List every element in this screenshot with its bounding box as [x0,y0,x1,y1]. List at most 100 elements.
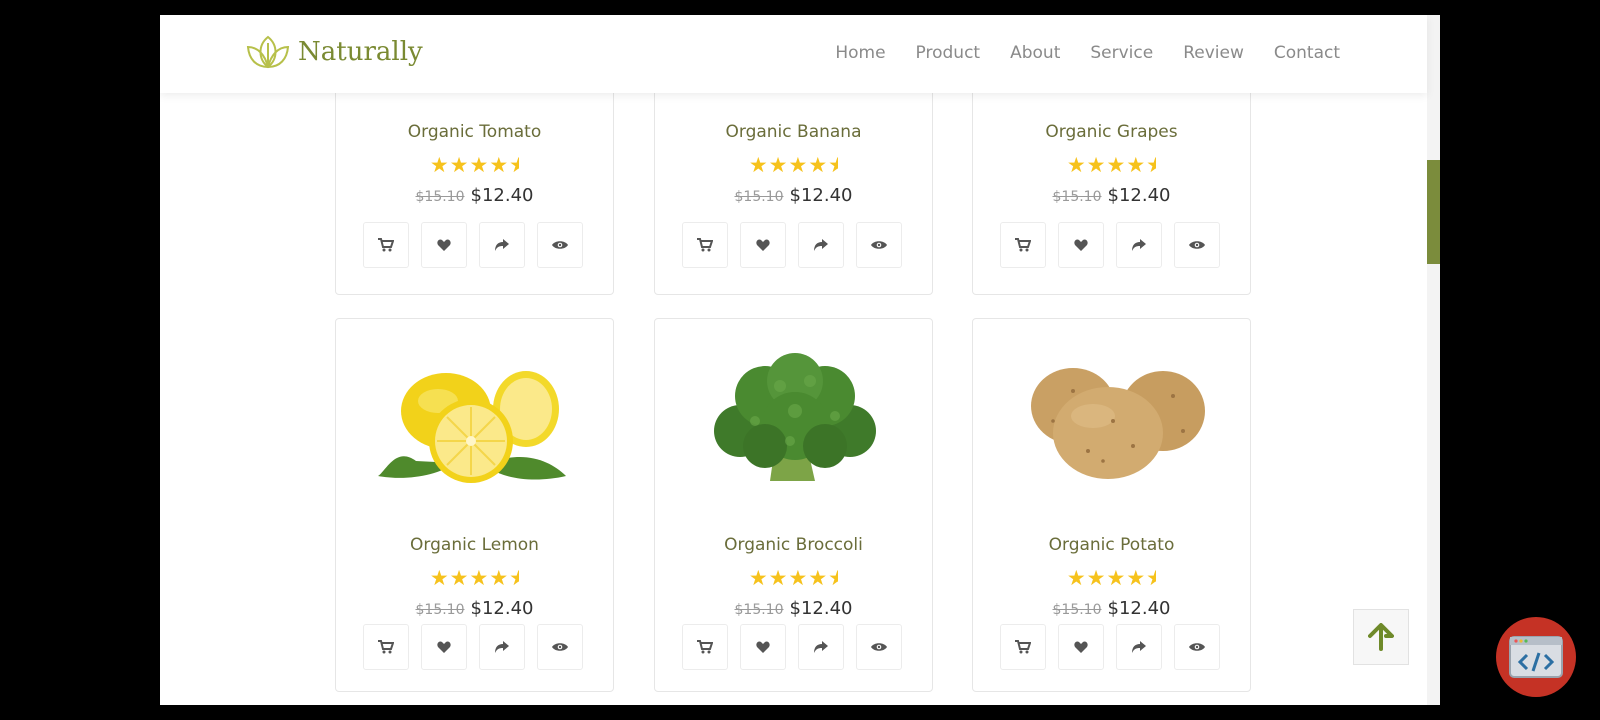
product-name: Organic Tomato [407,122,542,142]
scrollbar-track[interactable] [1427,15,1440,705]
scrollbar-thumb[interactable] [1427,160,1440,264]
wishlist-button[interactable] [1058,222,1104,268]
wishlist-button[interactable] [421,624,467,670]
product-price: $15.10 $12.40 [336,598,613,619]
star-rating: ★★★★★ [429,153,519,177]
cart-icon [697,640,713,654]
wishlist-button[interactable] [1058,624,1104,670]
cart-icon [378,238,394,252]
share-icon [1132,641,1146,653]
eye-icon [1189,643,1205,651]
nav-service[interactable]: Service [1090,43,1153,63]
code-icon [1509,636,1563,678]
nav-about[interactable]: About [1010,43,1060,63]
product-card: Organic Lemon ★★★★★ $15.10 $12.40 [335,318,614,692]
heart-icon [1074,239,1088,251]
product-price: $15.10 $12.40 [973,185,1250,206]
product-card: Organic Broccoli ★★★★★ $15.10 $12.40 [654,318,933,692]
add-to-cart-button[interactable] [682,222,728,268]
product-name: Organic Grapes [1045,122,1178,142]
add-to-cart-button[interactable] [363,624,409,670]
nav-review[interactable]: Review [1183,43,1244,63]
quick-view-button[interactable] [1174,222,1220,268]
quick-view-button[interactable] [856,222,902,268]
share-icon [814,239,828,251]
heart-icon [756,239,770,251]
star-rating: ★★★★★ [748,153,838,177]
product-price: $15.10 $12.40 [336,185,613,206]
nav-home[interactable]: Home [835,43,885,63]
quick-view-button[interactable] [537,624,583,670]
card-actions [682,624,902,670]
product-name: Organic Potato [1048,535,1175,555]
add-to-cart-button[interactable] [1000,624,1046,670]
share-button[interactable] [479,222,525,268]
product-name: Organic Broccoli [724,535,863,555]
nav-contact[interactable]: Contact [1274,43,1340,63]
main-nav: Home Product About Service Review Contac… [835,43,1340,63]
eye-icon [552,643,568,651]
quick-view-button[interactable] [856,624,902,670]
card-actions [682,222,902,268]
scroll-to-top-button[interactable] [1353,609,1409,665]
current-price: $12.40 [470,185,534,206]
product-name: Organic Banana [725,122,862,142]
current-price: $12.40 [789,185,853,206]
cart-icon [1015,238,1031,252]
quick-view-button[interactable] [537,222,583,268]
heart-icon [437,239,451,251]
card-actions [1000,222,1220,268]
leaf-logo-icon [246,35,290,69]
product-price: $15.10 $12.40 [655,185,932,206]
heart-icon [756,641,770,653]
share-button[interactable] [798,222,844,268]
current-price: $12.40 [789,598,853,619]
share-icon [1132,239,1146,251]
navbar: Naturally Home Product About Service Rev… [160,15,1427,93]
product-price: $15.10 $12.40 [655,598,932,619]
share-button[interactable] [479,624,525,670]
quick-view-button[interactable] [1174,624,1220,670]
old-price: $15.10 [1052,189,1102,205]
add-to-cart-button[interactable] [1000,222,1046,268]
share-button[interactable] [1116,222,1162,268]
star-rating: ★★★★★ [429,566,519,590]
wishlist-button[interactable] [740,624,786,670]
card-actions [363,624,583,670]
share-icon [495,239,509,251]
old-price: $15.10 [734,602,784,618]
card-actions [1000,624,1220,670]
eye-icon [1189,241,1205,249]
arrow-up-icon [1368,623,1394,651]
current-price: $12.40 [470,598,534,619]
eye-icon [871,643,887,651]
eye-icon [871,241,887,249]
card-actions [363,222,583,268]
share-icon [814,641,828,653]
product-price: $15.10 $12.40 [973,598,1250,619]
star-rating: ★★★★★ [748,566,838,590]
product-card: Organic Potato ★★★★★ $15.10 $12.40 [972,318,1251,692]
old-price: $15.10 [415,602,465,618]
brand-name: Naturally [298,37,423,67]
lemon-image [378,371,566,483]
star-rating: ★★★★★ [1066,566,1156,590]
wishlist-button[interactable] [421,222,467,268]
heart-icon [1074,641,1088,653]
cart-icon [1015,640,1031,654]
old-price: $15.10 [1052,602,1102,618]
share-button[interactable] [798,624,844,670]
broccoli-image [714,353,876,481]
add-to-cart-button[interactable] [363,222,409,268]
current-price: $12.40 [1107,185,1171,206]
nav-product[interactable]: Product [916,43,981,63]
add-to-cart-button[interactable] [682,624,728,670]
wishlist-button[interactable] [740,222,786,268]
brand-logo[interactable]: Naturally [246,32,423,72]
current-price: $12.40 [1107,598,1171,619]
product-name: Organic Lemon [410,535,539,555]
code-badge[interactable] [1496,617,1576,697]
star-rating: ★★★★★ [1066,153,1156,177]
share-button[interactable] [1116,624,1162,670]
eye-icon [552,241,568,249]
